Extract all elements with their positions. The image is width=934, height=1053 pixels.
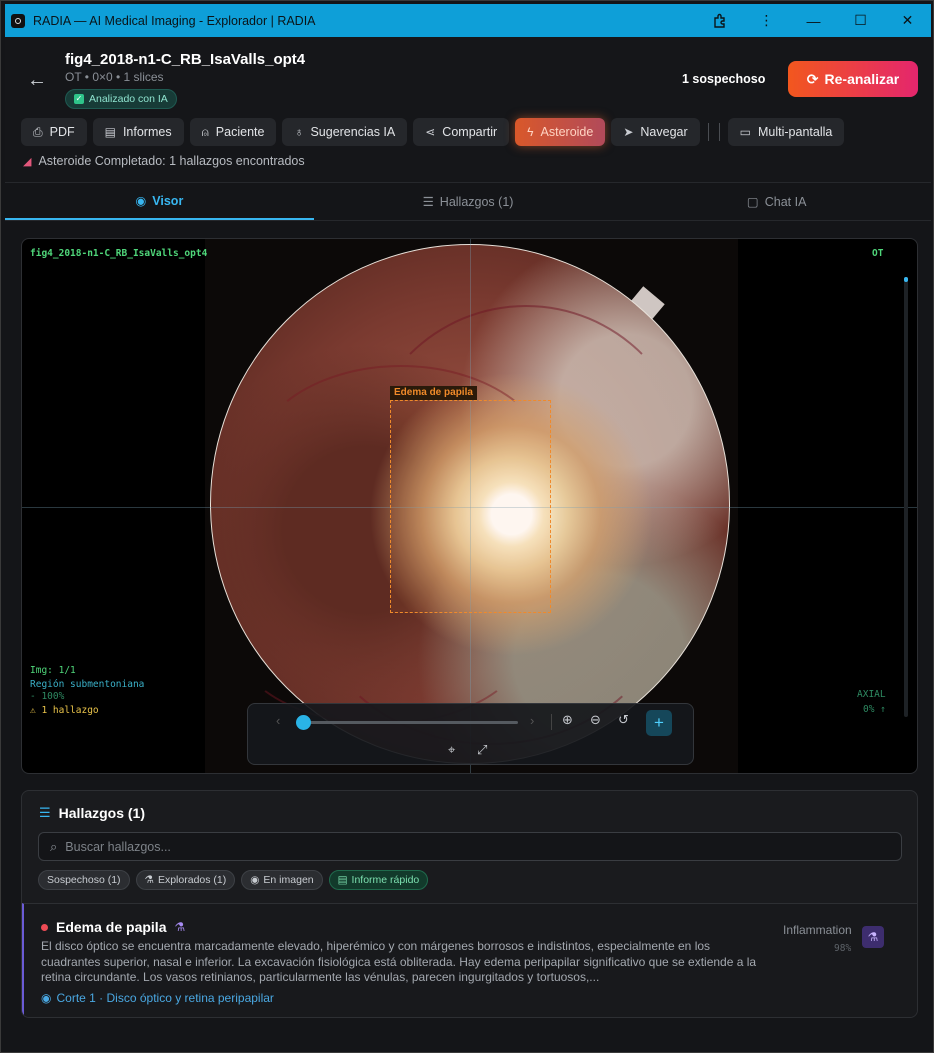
findings-header: ☰ Hallazgos (1) bbox=[39, 805, 146, 821]
explore-finding-button[interactable]: ⚗ bbox=[862, 926, 884, 948]
overlay-findings-count: ⚠ 1 hallazgo bbox=[30, 705, 99, 716]
minimize-button[interactable]: — bbox=[790, 4, 837, 37]
tab-viewer[interactable]: ◉ Visor bbox=[5, 183, 314, 220]
quick-report-button[interactable]: ▤ Informe rápido bbox=[328, 870, 429, 890]
search-icon: ⌕ bbox=[50, 838, 58, 854]
overlay-img-index: Img: 1/1 bbox=[30, 665, 76, 676]
share-button[interactable]: ⋖ Compartir bbox=[413, 118, 510, 146]
add-annotation-button[interactable]: + bbox=[646, 710, 672, 736]
navigate-button[interactable]: ➤ Navegar bbox=[611, 118, 700, 146]
slice-scrollbar[interactable] bbox=[904, 277, 908, 717]
finding-description: El disco óptico se encuentra marcadament… bbox=[41, 939, 757, 984]
flask-icon: ⚗ bbox=[867, 930, 879, 944]
toolbar-divider bbox=[718, 123, 720, 141]
list-icon: ☰ bbox=[39, 805, 51, 820]
slice-scrollbar-thumb[interactable] bbox=[904, 277, 908, 282]
findings-panel: ☰ Hallazgos (1) ⌕ Sospechoso (1) ⚗ Explo… bbox=[21, 790, 918, 1018]
view-tabs: ◉ Visor ☰ Hallazgos (1) ▢ Chat IA bbox=[5, 183, 931, 221]
asteroid-button[interactable]: ϟ Asteroide bbox=[515, 118, 606, 146]
back-button[interactable]: ← bbox=[27, 69, 47, 92]
findings-filters: Sospechoso (1) ⚗ Explorados (1) ◉ En ima… bbox=[38, 870, 429, 890]
reports-button[interactable]: ▤ Informes bbox=[92, 118, 184, 146]
finding-confidence: 98% bbox=[834, 943, 852, 954]
flask-icon: ⚗ bbox=[174, 920, 186, 934]
overlay-region: Región submentoniana bbox=[30, 679, 145, 690]
overlay-filename: fig4_2018-n1-C_RB_IsaValls_opt4 bbox=[30, 248, 208, 259]
document-header: ← fig4_2018-n1-C_RB_IsaValls_opt4 OT • 0… bbox=[5, 37, 931, 183]
image-viewer[interactable]: Edema de papila fig4_2018-n1-C_RB_IsaVal… bbox=[21, 238, 918, 774]
ai-suggestions-button[interactable]: ♁ Sugerencias IA bbox=[282, 118, 408, 146]
tab-ai-chat[interactable]: ▢ Chat IA bbox=[622, 183, 931, 220]
filter-suspect[interactable]: Sospechoso (1) bbox=[38, 870, 130, 890]
app-logo-icon bbox=[11, 13, 25, 28]
toolbar-divider bbox=[707, 123, 709, 141]
pdf-button[interactable]: ⎙ PDF bbox=[21, 118, 87, 146]
overlay-zoom: - 100% bbox=[30, 691, 65, 702]
finding-category: Inflammation bbox=[783, 923, 852, 937]
asteroid-status: ◢ Asteroide Completado: 1 hallazgos enco… bbox=[23, 154, 305, 168]
reanalyze-button[interactable]: ⟳ Re-analizar bbox=[788, 61, 918, 97]
monitor-icon: ▭ bbox=[739, 125, 751, 139]
overlay-plane: AXIAL bbox=[857, 689, 886, 700]
title-bar: RADIA — AI Medical Imaging - Explorador … bbox=[5, 4, 931, 37]
next-slice-button[interactable]: › bbox=[530, 713, 534, 728]
eye-icon: ◉ bbox=[41, 991, 52, 1005]
navigation-icon: ➤ bbox=[623, 125, 634, 139]
eye-icon: ◉ bbox=[250, 874, 260, 886]
user-icon: ⍝ bbox=[201, 124, 209, 139]
roi-label: Edema de papila bbox=[390, 386, 477, 400]
filter-in-image[interactable]: ◉ En imagen bbox=[241, 870, 323, 890]
extensions-icon[interactable] bbox=[696, 4, 743, 37]
overlay-progress: 0% ↑ bbox=[863, 704, 886, 715]
share-icon: ⋖ bbox=[425, 125, 436, 139]
rocket-icon: ◢ bbox=[23, 155, 32, 168]
more-menu-icon[interactable]: ⋮ bbox=[743, 4, 790, 37]
study-meta: OT • 0×0 • 1 slices bbox=[65, 70, 164, 84]
refresh-icon: ⟳ bbox=[806, 70, 819, 87]
severity-dot bbox=[41, 923, 48, 931]
viewer-controls: ‹ › ⊕ ⊖ ↺ + ⌖ ⤢ bbox=[247, 703, 694, 765]
check-icon: ✓ bbox=[74, 94, 84, 104]
document-icon: ▤ bbox=[104, 125, 116, 139]
maximize-button[interactable]: ☐ bbox=[837, 4, 884, 37]
slice-slider-track[interactable] bbox=[303, 721, 518, 724]
list-icon: ☰ bbox=[422, 195, 434, 209]
fullscreen-icon[interactable]: ⤢ bbox=[477, 742, 487, 758]
zap-icon: ϟ bbox=[527, 125, 534, 139]
close-button[interactable]: ✕ bbox=[884, 4, 931, 37]
search-input[interactable] bbox=[65, 839, 846, 854]
page-title: fig4_2018-n1-C_RB_IsaValls_opt4 bbox=[65, 51, 306, 68]
findings-search[interactable]: ⌕ bbox=[38, 832, 902, 861]
lightbulb-icon: ♁ bbox=[294, 125, 304, 139]
ai-analyzed-badge: ✓ Analizado con IA bbox=[65, 89, 177, 109]
toolbar: ⎙ PDF ▤ Informes ⍝ Paciente ♁ Sugerencia… bbox=[21, 118, 845, 146]
file-download-icon: ⎙ bbox=[33, 124, 43, 139]
slice-slider-knob[interactable] bbox=[296, 715, 311, 730]
finding-location-link[interactable]: ◉ Corte 1 · Disco óptico y retina peripa… bbox=[41, 991, 274, 1005]
zoom-in-icon[interactable]: ⊕ bbox=[562, 712, 573, 728]
tab-findings[interactable]: ☰ Hallazgos (1) bbox=[314, 183, 623, 220]
suspect-count: 1 sospechoso bbox=[682, 72, 766, 86]
crosshair-icon[interactable]: ⌖ bbox=[448, 742, 455, 758]
patient-button[interactable]: ⍝ Paciente bbox=[189, 118, 277, 146]
zoom-out-icon[interactable]: ⊖ bbox=[590, 712, 601, 728]
chat-icon: ▢ bbox=[746, 195, 759, 209]
multiscreen-button[interactable]: ▭ Multi-pantalla bbox=[727, 118, 845, 146]
finding-card[interactable]: Edema de papila ⚗ El disco óptico se enc… bbox=[22, 903, 917, 1017]
filter-explored[interactable]: ⚗ Explorados (1) bbox=[135, 870, 236, 890]
controls-divider bbox=[551, 714, 552, 730]
window-title: RADIA — AI Medical Imaging - Explorador … bbox=[33, 13, 316, 28]
overlay-modality: OT bbox=[872, 248, 884, 259]
eye-icon: ◉ bbox=[135, 194, 147, 208]
flask-icon: ⚗ bbox=[144, 874, 154, 886]
previous-slice-button[interactable]: ‹ bbox=[276, 713, 280, 728]
reset-view-icon[interactable]: ↺ bbox=[618, 712, 629, 728]
arrow-left-icon: ← bbox=[27, 69, 47, 91]
finding-roi-box[interactable] bbox=[390, 400, 551, 613]
document-icon: ▤ bbox=[337, 874, 348, 886]
app-window: RADIA — AI Medical Imaging - Explorador … bbox=[0, 0, 934, 1053]
finding-title: Edema de papila ⚗ bbox=[41, 919, 185, 935]
